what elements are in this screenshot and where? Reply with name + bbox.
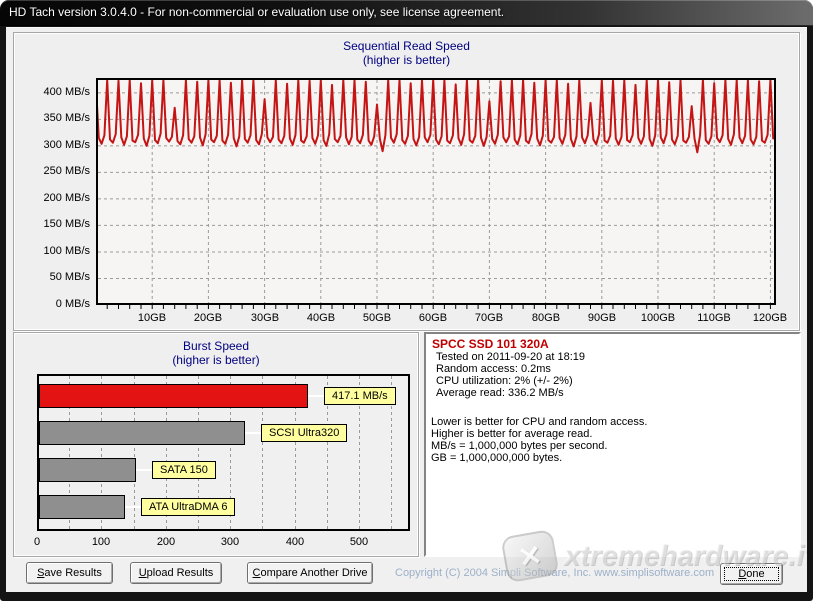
burst-bar-connector (136, 469, 152, 471)
sequential-chart-subtitle: (higher is better) (14, 53, 799, 67)
seq-y-axis-label: 200 MB/s (18, 192, 90, 204)
burst-bar-connector (308, 395, 324, 397)
info-average-read: Average read: 336.2 MB/s (430, 387, 795, 399)
upload-results-button[interactable]: Upload Results (130, 562, 222, 584)
seq-x-axis-label: 70GB (465, 312, 513, 324)
info-note-mbs: MB/s = 1,000,000 bytes per second. (430, 440, 795, 452)
burst-bar (39, 421, 245, 445)
seq-x-axis-label: 30GB (241, 312, 289, 324)
seq-y-axis-label: 100 MB/s (18, 245, 90, 257)
burst-x-axis-label: 500 (339, 536, 379, 548)
seq-y-axis-label: 350 MB/s (18, 112, 90, 124)
seq-x-axis-label: 20GB (184, 312, 232, 324)
burst-chart-subtitle: (higher is better) (14, 353, 418, 367)
burst-x-axis-label: 200 (146, 536, 186, 548)
info-tested-on: Tested on 2011-09-20 at 18:19 (430, 351, 795, 363)
burst-bar-label: ATA UltraDMA 6 (141, 498, 235, 516)
seq-x-axis-label: 60GB (409, 312, 457, 324)
info-note-lower: Lower is better for CPU and random acces… (430, 416, 795, 428)
compare-another-drive-button[interactable]: Compare Another Drive (247, 562, 373, 584)
burst-bar (39, 384, 308, 408)
seq-x-axis-label: 110GB (690, 312, 738, 324)
seq-y-axis-label: 400 MB/s (18, 86, 90, 98)
drive-name: SPCC SSD 101 320A (430, 337, 795, 351)
seq-y-axis-label: 150 MB/s (18, 218, 90, 230)
info-note-gb: GB = 1,000,000,000 bytes. (430, 452, 795, 464)
info-cpu-utilization: CPU utilization: 2% (+/- 2%) (430, 375, 795, 387)
seq-x-axis-label: 50GB (353, 312, 401, 324)
seq-y-axis-label: 300 MB/s (18, 139, 90, 151)
save-results-button[interactable]: Save Results (26, 562, 113, 584)
seq-y-axis-label: 0 MB/s (18, 298, 90, 310)
burst-speed-panel: Burst Speed (higher is better) 417.1 MB/… (13, 332, 419, 557)
burst-bar-connector (245, 432, 261, 434)
drive-info-panel: SPCC SSD 101 320A Tested on 2011-09-20 a… (424, 332, 801, 557)
window-titlebar[interactable]: HD Tach version 3.0.4.0 - For non-commer… (0, 0, 813, 26)
burst-bar-connector (125, 506, 141, 508)
seq-x-axis-label: 90GB (578, 312, 626, 324)
sequential-read-plot (96, 78, 776, 310)
hd-tach-window: HD Tach version 3.0.4.0 - For non-commer… (0, 0, 813, 601)
burst-bar-label: SCSI Ultra320 (261, 424, 347, 442)
seq-x-axis-label: 100GB (634, 312, 682, 324)
burst-speed-plot: 417.1 MB/s SCSI Ultra320 SATA 150 ATA Ultra… (37, 374, 410, 531)
window-content: Sequential Read Speed (higher is better)… (6, 27, 807, 592)
burst-bar (39, 458, 136, 482)
window-title: HD Tach version 3.0.4.0 - For non-commer… (9, 5, 504, 19)
sequential-chart-title: Sequential Read Speed (14, 39, 799, 53)
sequential-read-chart (96, 78, 776, 310)
sequential-read-panel: Sequential Read Speed (higher is better)… (13, 32, 800, 331)
burst-x-axis-label: 300 (210, 536, 250, 548)
seq-x-axis-label: 10GB (128, 312, 176, 324)
seq-x-axis-label: 40GB (297, 312, 345, 324)
seq-x-axis-label: 80GB (522, 312, 570, 324)
burst-bar-label: 417.1 MB/s (324, 387, 396, 405)
info-random-access: Random access: 0.2ms (430, 363, 795, 375)
seq-y-axis-label: 50 MB/s (18, 271, 90, 283)
seq-y-axis-label: 250 MB/s (18, 165, 90, 177)
info-note-higher: Higher is better for average read. (430, 428, 795, 440)
burst-bar-label: SATA 150 (152, 461, 216, 479)
seq-x-axis-label: 120GB (746, 312, 794, 324)
burst-bar (39, 495, 125, 519)
burst-chart-title: Burst Speed (14, 339, 418, 353)
done-button[interactable]: Done (720, 563, 783, 585)
copyright-text: Copyright (C) 2004 Simpli Software, Inc.… (395, 567, 714, 579)
burst-x-axis-label: 0 (17, 536, 57, 548)
burst-x-axis-label: 100 (81, 536, 121, 548)
burst-x-axis-label: 400 (275, 536, 315, 548)
